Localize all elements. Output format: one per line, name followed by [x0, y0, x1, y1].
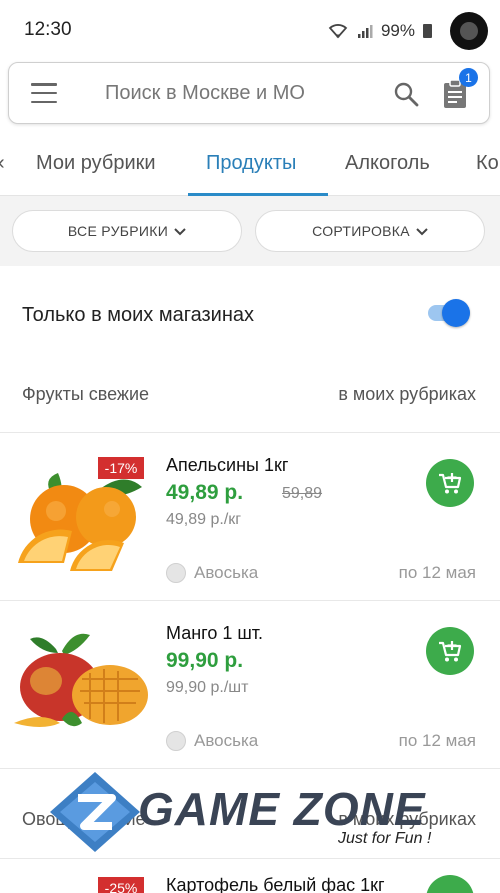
- watermark-title: GAME ZONE: [138, 783, 426, 835]
- my-stores-toggle-knob[interactable]: [442, 299, 470, 327]
- product-name: Апельсины 1кг: [166, 455, 289, 475]
- status-indicators: 99%: [327, 12, 488, 50]
- hamburger-menu-icon[interactable]: [31, 83, 57, 103]
- section-title: Фрукты свежие: [22, 384, 150, 404]
- shopping-list-badge: 1: [459, 68, 478, 87]
- filter-row: ВСЕ РУБРИКИ СОРТИРОВКА: [0, 196, 500, 266]
- category-tabs: ‹ Мои рубрики Продукты Алкоголь Ко: [0, 138, 500, 196]
- tab-alcohol[interactable]: Алкоголь: [345, 152, 430, 175]
- watermark-subtitle: Just for Fun !: [338, 830, 432, 847]
- store-name: Авоська: [194, 563, 259, 582]
- game-zone-watermark: GAME ZONE Just for Fun !: [50, 768, 470, 858]
- product-card[interactable]: -25% Картофель белый фас 1кг: [0, 858, 500, 893]
- offer-date: по 12 мая: [398, 563, 476, 582]
- store-logo-icon: [166, 563, 186, 583]
- search-bar[interactable]: Поиск в Москве и МО 1: [8, 62, 490, 124]
- product-list: -17% Апельсины 1кг 49,89 р. 59,89 49,89 …: [0, 432, 500, 768]
- tab-next[interactable]: Ко: [476, 152, 499, 175]
- status-bar: 12:30 99%: [0, 0, 500, 60]
- store-logo-icon: [166, 731, 186, 751]
- signal-icon: [357, 23, 373, 39]
- game-zone-logo-icon: [50, 772, 140, 852]
- sorting-label: СОРТИРОВКА: [312, 223, 410, 239]
- my-stores-toggle-label: Только в моих магазинах: [22, 304, 255, 326]
- battery-percent: 99%: [380, 21, 415, 40]
- chevron-down-icon: [416, 224, 428, 239]
- sorting-dropdown[interactable]: СОРТИРОВКА: [255, 210, 485, 252]
- tab-my-rubrics[interactable]: Мои рубрики: [36, 152, 156, 175]
- wifi-icon: [327, 23, 349, 39]
- search-icon[interactable]: [393, 81, 419, 107]
- battery-icon: [423, 24, 432, 38]
- product-price: 99,90 р.: [166, 649, 244, 672]
- add-to-cart-button[interactable]: [426, 627, 474, 675]
- status-time: 12:30: [24, 19, 72, 40]
- add-to-cart-button[interactable]: [426, 875, 474, 893]
- product-card[interactable]: Манго 1 шт. 99,90 р. 99,90 р./шт Авоська…: [0, 600, 500, 768]
- offer-date: по 12 мая: [398, 731, 476, 750]
- camera-cutout: [450, 12, 488, 50]
- store-name: Авоська: [194, 731, 259, 750]
- section-header-fruits: Фрукты свежие в моих рубриках: [0, 362, 500, 432]
- product-unit-price: 99,90 р./шт: [166, 679, 249, 696]
- product-old-price: 59,89: [282, 485, 323, 502]
- add-to-cart-button[interactable]: [426, 459, 474, 507]
- product-price: 49,89 р.: [166, 481, 244, 504]
- section-link[interactable]: в моих рубриках: [338, 384, 476, 405]
- mango-image: [12, 619, 152, 747]
- product-name: Картофель белый фас 1кг: [166, 875, 385, 893]
- discount-badge: -25%: [98, 877, 144, 893]
- product-name: Манго 1 шт.: [166, 623, 264, 643]
- my-stores-toggle-row: Только в моих магазинах: [0, 266, 500, 362]
- chevron-down-icon: [174, 224, 186, 239]
- all-rubrics-dropdown[interactable]: ВСЕ РУБРИКИ: [12, 210, 242, 252]
- add-to-cart-icon: [439, 641, 462, 662]
- all-rubrics-label: ВСЕ РУБРИКИ: [67, 223, 169, 239]
- add-to-cart-icon: [439, 473, 462, 494]
- discount-badge: -17%: [98, 457, 144, 479]
- product-card[interactable]: -17% Апельсины 1кг 49,89 р. 59,89 49,89 …: [0, 432, 500, 600]
- tab-scroll-left[interactable]: ‹: [0, 152, 5, 175]
- tab-products[interactable]: Продукты: [206, 152, 296, 175]
- search-input[interactable]: Поиск в Москве и МО: [105, 82, 305, 105]
- product-unit-price: 49,89 р./кг: [166, 511, 242, 528]
